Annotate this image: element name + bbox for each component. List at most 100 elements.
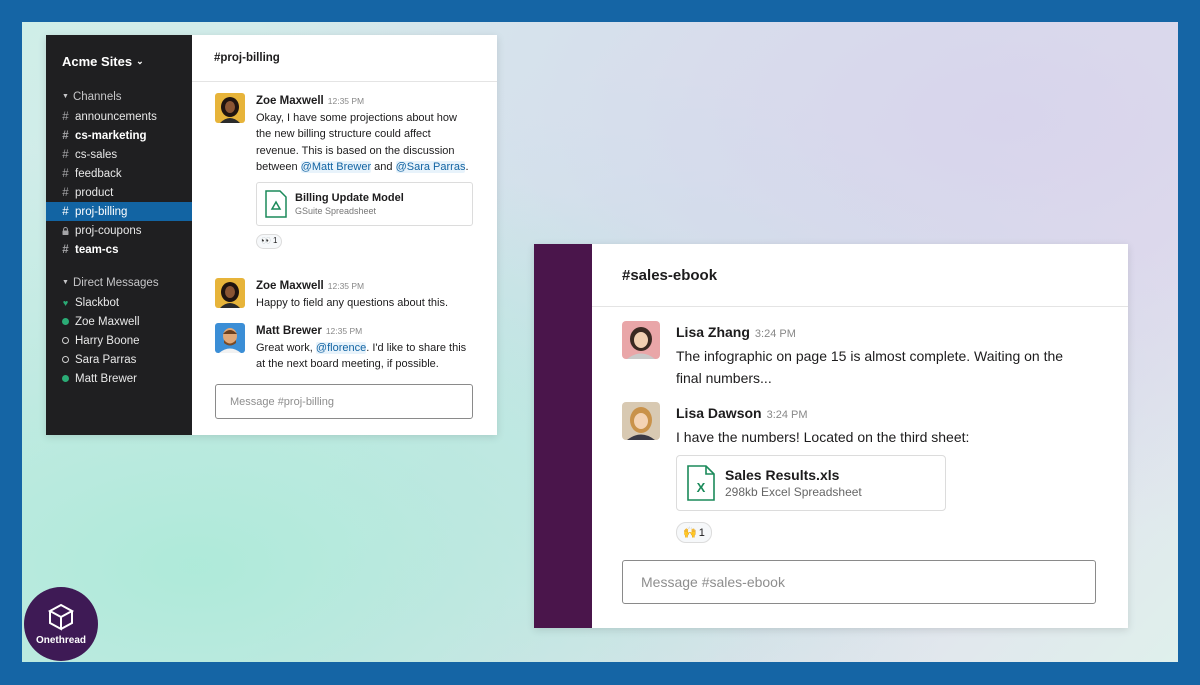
text-segment: and <box>371 161 396 173</box>
avatar[interactable] <box>215 93 245 123</box>
timestamp[interactable]: 12:35 PM <box>328 281 364 291</box>
channel-list: # announcements # cs-marketing # cs-sales #… <box>46 107 192 259</box>
text-segment: . <box>465 161 469 173</box>
message-text: Happy to field any questions about this. <box>256 296 449 309</box>
message-body: Zoe Maxwell 12:35 PM Okay, I have some pr… <box>256 93 474 249</box>
message-body: Zoe Maxwell 12:35 PM Happy to field any q… <box>256 278 474 311</box>
message-body: Matt Brewer 12:35 PM Great work, @florenc… <box>256 323 474 373</box>
presence-active-icon <box>62 318 69 325</box>
author-name[interactable]: Zoe Maxwell <box>256 95 324 107</box>
channel-label: cs-sales <box>75 148 118 161</box>
hash-icon: # <box>622 266 631 284</box>
message-input[interactable]: Message #sales-ebook <box>622 560 1096 604</box>
heart-icon: ♥ <box>62 297 69 308</box>
dm-section-header[interactable]: ▼ Direct Messages <box>46 274 192 291</box>
channel-label: proj-coupons <box>75 224 142 237</box>
author-name[interactable]: Matt Brewer <box>256 325 322 337</box>
channel-label: product <box>75 186 114 199</box>
dm-header-label: Direct Messages <box>72 276 159 289</box>
message-pane: # sales-ebook Lisa Zhang 3:24 PM The infog… <box>592 244 1128 628</box>
avatar[interactable] <box>622 402 660 440</box>
hash-icon: # <box>62 167 69 180</box>
channel-label: announcements <box>75 110 157 123</box>
channels-section-header[interactable]: ▼ Channels <box>46 88 192 105</box>
author-name[interactable]: Lisa Zhang <box>676 324 750 340</box>
onethread-logo: Onethread <box>24 587 98 661</box>
mention-link[interactable]: @Sara Parras <box>395 161 466 173</box>
timestamp[interactable]: 3:24 PM <box>767 409 808 421</box>
svg-text:X: X <box>697 480 706 495</box>
timestamp[interactable]: 12:35 PM <box>328 96 364 106</box>
channel-label: feedback <box>75 167 122 180</box>
file-attachment[interactable]: Billing Update Model GSuite Spreadsheet <box>256 181 473 226</box>
hash-icon: # <box>62 205 69 218</box>
workspace-name: Acme Sites <box>62 53 133 69</box>
mention-link[interactable]: @Matt Brewer <box>300 161 372 173</box>
file-attachment[interactable]: X Sales Results.xls 298kb Excel Spreadsh… <box>676 455 946 511</box>
lock-icon <box>62 227 69 235</box>
raised-hands-emoji-icon: 🙌 <box>683 526 697 539</box>
attachment-title: Sales Results.xls <box>725 467 840 483</box>
message: Zoe Maxwell 12:35 PM Happy to field any q… <box>215 278 474 311</box>
sidebar-item-cs-sales[interactable]: # cs-sales <box>46 145 192 164</box>
gsheet-file-icon <box>265 189 287 218</box>
sidebar-item-proj-coupons[interactable]: proj-coupons <box>46 221 192 240</box>
channel-label: proj-billing <box>75 205 128 218</box>
dm-label: Zoe Maxwell <box>75 315 140 328</box>
chevron-down-icon: ⌄ <box>136 55 144 66</box>
cube-logo-icon <box>47 603 75 631</box>
sidebar-item-feedback[interactable]: # feedback <box>46 164 192 183</box>
channel-header: # sales-ebook <box>592 244 1128 307</box>
workspace-switcher[interactable]: Acme Sites ⌄ <box>46 51 192 71</box>
dm-item-matt-brewer[interactable]: Matt Brewer <box>46 369 192 388</box>
dm-item-harry-boone[interactable]: Harry Boone <box>46 331 192 350</box>
avatar[interactable] <box>215 323 245 353</box>
sidebar-item-proj-billing[interactable]: # proj-billing <box>46 202 192 221</box>
channel-label: cs-marketing <box>75 129 147 142</box>
message: Matt Brewer 12:35 PM Great work, @florenc… <box>215 323 474 373</box>
avatar[interactable] <box>622 321 660 359</box>
sidebar-item-announcements[interactable]: # announcements <box>46 107 192 126</box>
message-text: The infographic on page 15 is almost com… <box>676 348 1064 386</box>
dm-item-zoe-maxwell[interactable]: Zoe Maxwell <box>46 312 192 331</box>
timestamp[interactable]: 12:35 PM <box>326 326 362 336</box>
timestamp[interactable]: 3:24 PM <box>755 328 796 340</box>
channel-title: sales-ebook <box>630 266 718 284</box>
avatar[interactable] <box>215 278 245 308</box>
dm-item-slackbot[interactable]: ♥ Slackbot <box>46 293 192 312</box>
slack-window-sales-ebook: # sales-ebook Lisa Zhang 3:24 PM The infog… <box>534 244 1128 628</box>
collapsed-sidebar <box>534 244 592 628</box>
message: Zoe Maxwell 12:35 PM Okay, I have some pr… <box>215 93 474 249</box>
caret-down-icon: ▼ <box>62 93 69 100</box>
dm-label: Harry Boone <box>75 334 140 347</box>
eyes-emoji-icon: 👀 <box>261 235 271 245</box>
message-pane: # proj-billing Zoe Maxwell 12:35 PM Okay, … <box>192 35 497 435</box>
dm-item-sara-parras[interactable]: Sara Parras <box>46 350 192 369</box>
presence-active-icon <box>62 375 69 382</box>
channels-header-label: Channels <box>72 90 122 103</box>
sidebar: Acme Sites ⌄ ▼ Channels # announcements #… <box>46 35 192 435</box>
message-body: Lisa Zhang 3:24 PM The infographic on pag… <box>676 321 1086 389</box>
channel-title: proj-billing <box>220 52 280 64</box>
attachment-subtitle: 298kb Excel Spreadsheet <box>725 485 862 499</box>
input-placeholder: Message #sales-ebook <box>641 574 785 590</box>
author-name[interactable]: Lisa Dawson <box>676 405 762 421</box>
message-text: I have the numbers! Located on the third… <box>676 429 970 445</box>
dm-label: Sara Parras <box>75 353 137 366</box>
logo-text: Onethread <box>35 635 86 646</box>
message-body: Lisa Dawson 3:24 PM I have the numbers! L… <box>676 402 1086 543</box>
sidebar-item-team-cs[interactable]: # team-cs <box>46 240 192 259</box>
input-placeholder: Message #proj-billing <box>230 395 334 408</box>
reaction-button[interactable]: 🙌 1 <box>676 522 712 543</box>
dm-label: Matt Brewer <box>75 372 137 385</box>
message-input[interactable]: Message #proj-billing <box>215 384 473 419</box>
sidebar-item-product[interactable]: # product <box>46 183 192 202</box>
hash-icon: # <box>62 186 69 199</box>
excel-file-icon: X <box>687 465 715 501</box>
dm-label: Slackbot <box>75 296 120 309</box>
hash-icon: # <box>62 110 69 123</box>
mention-link[interactable]: @florence <box>315 341 367 354</box>
author-name[interactable]: Zoe Maxwell <box>256 280 324 292</box>
sidebar-item-cs-marketing[interactable]: # cs-marketing <box>46 126 192 145</box>
reaction-button[interactable]: 👀 1 <box>256 233 283 249</box>
